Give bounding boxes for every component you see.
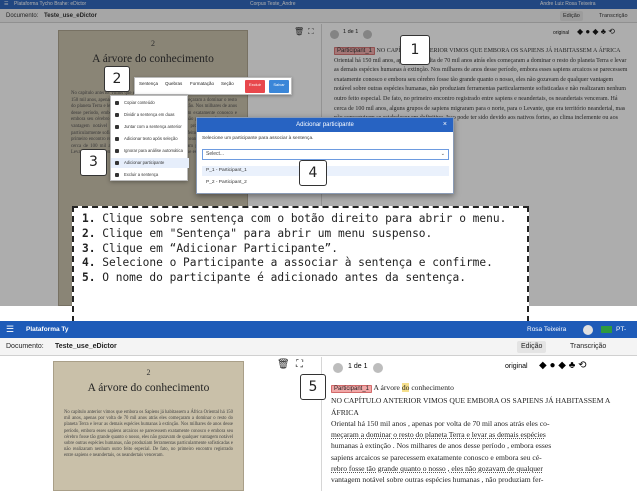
transcription-text: Participant_1 A árvore do conhecimento N… [331, 382, 631, 486]
bottom-screenshot: ☰ Plataforma Ty Rosa Teixeira PT- Docume… [0, 321, 637, 491]
close-icon[interactable]: × [443, 118, 447, 132]
participant-select[interactable]: Select... ⌄ [202, 149, 449, 160]
callout-4: 4 [299, 160, 327, 186]
menu-item-split[interactable]: Dividir a sentença em duas [111, 110, 189, 120]
text-line[interactable]: vantagem notável sobre outras espécies h… [331, 474, 631, 485]
page-title: A árvore do conhecimento [87, 382, 210, 394]
callout-5: 5 [300, 374, 326, 400]
image-pane: 2 A árvore do conhecimento No capítulo a… [0, 357, 322, 491]
select-placeholder: Select... [206, 151, 225, 157]
menu-icon[interactable]: ☰ [6, 321, 14, 338]
chevron-down-icon: ⌄ [440, 151, 445, 157]
transcription-pane: 1 de 1 original ◆ ● ◆ ♣ ⟲ Participant_1 … [323, 357, 637, 491]
page-number: 2 [146, 368, 151, 377]
sentence-context-menu: Copiar conteúdo Dividir a sentença em du… [110, 95, 189, 181]
menu-item-add-participant[interactable]: Adicionar participante [111, 158, 189, 168]
dialog-prompt: Selecione um participante para associar … [202, 136, 314, 141]
text-line[interactable]: Oriental há 150 mil anos , apenas por vo… [331, 418, 631, 429]
add-text-icon [115, 137, 119, 141]
toolbar-icons[interactable]: ◆ ● ◆ ♣ ⟲ [539, 360, 586, 371]
language-label[interactable]: PT- [616, 321, 626, 338]
callout-3: 3 [80, 149, 107, 176]
text-line[interactable]: sapiens arcaicos se parecessem exatament… [331, 452, 631, 463]
instruction-step: 5. O nome do participante é adicionado a… [82, 271, 466, 285]
sentence-menu-button[interactable]: Sentença [139, 81, 158, 86]
ignore-icon [115, 149, 119, 153]
fullscreen-icon[interactable]: ⛶ [296, 359, 303, 370]
user-name[interactable]: Rosa Teixeira [527, 321, 566, 338]
menu-item-copy[interactable]: Copiar conteúdo [111, 98, 189, 108]
document-name: Teste_use_eDictor [55, 343, 117, 350]
instruction-step: 4. Selecione o Participante a associar à… [82, 256, 493, 270]
participant-tag[interactable]: Participant_1 [331, 385, 373, 393]
delete-button[interactable]: Excluir [245, 80, 265, 93]
menu-item-add-text[interactable]: Adicionar texto após seleção [111, 134, 189, 144]
join-icon [115, 125, 119, 129]
prev-page-icon[interactable] [333, 363, 343, 373]
text-line[interactable]: meçaram a dominar o resto do planeta Ter… [331, 429, 631, 440]
app-title: Plataforma Ty [26, 326, 69, 333]
menu-item-delete[interactable]: Excluir a sentença [111, 170, 189, 180]
app-header: ☰ Plataforma Ty Rosa Teixeira PT- [0, 321, 637, 338]
tab-transcription[interactable]: Transcrição [566, 341, 610, 353]
page-photo: 2 A árvore do conhecimento No capítulo a… [53, 361, 244, 491]
paragraph-heading[interactable]: NO CAPÍTULO ANTERIOR VIMOS QUE EMBORA OS… [331, 395, 631, 418]
menu-item-join[interactable]: Juntar com a sentença anterior [111, 122, 189, 132]
document-label: Documento: [6, 343, 44, 350]
next-page-icon[interactable] [373, 363, 383, 373]
pager: 1 de 1 [348, 363, 368, 370]
menu-item-ignore[interactable]: Ignorar para análise automática [111, 146, 189, 156]
instruction-step: 1. Clique sobre sentença com o botão dir… [82, 212, 507, 225]
section-menu-button[interactable]: Seção [221, 81, 234, 86]
instruction-step: 2. Clique em "Sentença" para abrir um me… [82, 226, 433, 240]
sentence-line[interactable]: Participant_1 A árvore do conhecimento [331, 382, 631, 395]
copy-icon [115, 101, 119, 105]
instructions-box: 1. Clique sobre sentença com o botão dir… [72, 206, 529, 332]
callout-1: 1 [400, 35, 430, 65]
text-line[interactable]: rebro fosse tão grande quanto o nosso , … [331, 463, 631, 474]
mode-label[interactable]: original [505, 363, 528, 370]
save-button[interactable]: Salvar [269, 80, 289, 93]
page-body: No capítulo anterior vimos que embora os… [64, 410, 233, 459]
instruction-step: 3. Clique em “Adicionar Participante”. [82, 241, 338, 255]
flag-icon[interactable] [601, 326, 612, 333]
user-plus-icon [115, 161, 119, 165]
document-bar: Documento: Teste_use_eDictor Edição Tran… [0, 338, 637, 356]
format-toolbar: Sentença Quebras Formatação Seção Exclui… [134, 77, 292, 95]
split-icon [115, 113, 119, 117]
quotes-menu-button[interactable]: Quebras [165, 81, 182, 86]
trash-icon [115, 173, 119, 177]
tab-edition[interactable]: Edição [517, 341, 547, 353]
dialog-title: Adicionar participante [197, 118, 453, 132]
text-line[interactable]: humanas à extinção . Nos milhares de ano… [331, 440, 631, 451]
callout-2: 2 [104, 66, 130, 92]
avatar[interactable] [583, 325, 593, 335]
formatting-menu-button[interactable]: Formatação [190, 81, 214, 86]
trash-icon[interactable]: 🗑 [277, 359, 290, 370]
